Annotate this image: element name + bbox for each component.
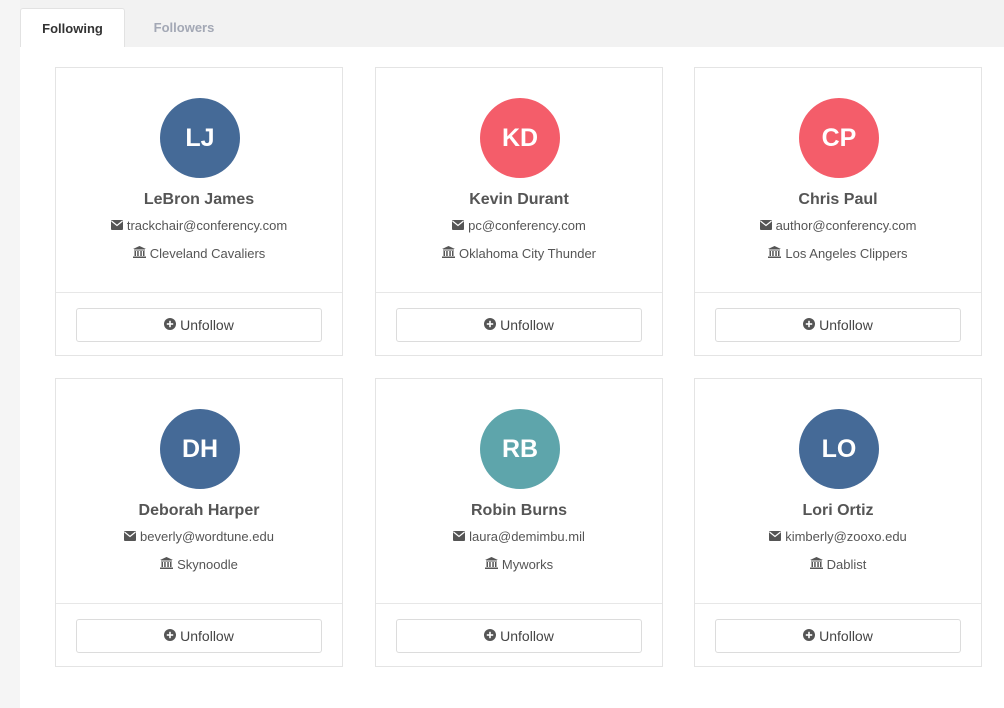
user-team: Cleveland Cavaliers [56,246,342,261]
email-text: pc@conferency.com [468,218,586,233]
unfollow-button[interactable]: Unfollow [76,619,322,653]
unfollow-label: Unfollow [819,317,873,333]
email-text: kimberly@zooxo.edu [785,529,907,544]
user-name: Kevin Durant [469,191,569,208]
institution-icon [132,246,146,261]
user-card: LO Lori Ortiz kimberly@zooxo.edu Dablist… [694,378,982,667]
divider [376,292,662,293]
plus-circle-icon [484,317,497,333]
user-card: CP Chris Paul author@conferency.com Los … [694,67,982,356]
user-email: kimberly@zooxo.edu [695,529,981,544]
avatar: LJ [160,98,240,178]
avatar: CP [799,98,879,178]
unfollow-button[interactable]: Unfollow [715,308,961,342]
user-email: beverly@wordtune.edu [56,529,342,544]
institution-icon [484,557,498,572]
envelope-icon [769,529,782,544]
user-name: Robin Burns [471,502,567,519]
user-card: LJ LeBron James trackchair@conferency.co… [55,67,343,356]
divider [56,603,342,604]
unfollow-label: Unfollow [500,317,554,333]
unfollow-label: Unfollow [180,628,234,644]
user-team: Skynoodle [56,557,342,572]
unfollow-button[interactable]: Unfollow [715,619,961,653]
email-text: trackchair@conferency.com [126,218,288,233]
institution-icon [160,557,174,572]
team-text: Dablist [826,557,867,572]
user-email: trackchair@conferency.com [56,218,342,233]
divider [56,292,342,293]
team-text: Skynoodle [177,557,238,572]
user-team: Dablist [695,557,981,572]
envelope-icon [453,529,466,544]
team-text: Myworks [501,557,554,572]
user-team: Los Angeles Clippers [695,246,981,261]
user-name: LeBron James [143,191,255,208]
avatar: DH [160,409,240,489]
email-text: beverly@wordtune.edu [140,529,274,544]
team-text: Cleveland Cavaliers [149,246,266,261]
email-text: author@conferency.com [775,218,917,233]
tab-following[interactable]: Following [20,8,125,48]
avatar: RB [480,409,560,489]
unfollow-label: Unfollow [180,317,234,333]
institution-icon [441,246,455,261]
envelope-icon [759,218,772,233]
divider [376,603,662,604]
avatar: LO [799,409,879,489]
institution-icon [768,246,782,261]
unfollow-button[interactable]: Unfollow [396,308,642,342]
team-text: Los Angeles Clippers [785,246,908,261]
user-email: laura@demimbu.mil [376,529,662,544]
avatar: KD [480,98,560,178]
user-email: author@conferency.com [695,218,981,233]
user-card: RB Robin Burns laura@demimbu.mil Myworks… [375,378,663,667]
user-email: pc@conferency.com [376,218,662,233]
user-team: Myworks [376,557,662,572]
unfollow-label: Unfollow [819,628,873,644]
tab-bar: Following Followers [20,0,1004,48]
user-card: KD Kevin Durant pc@conferency.com Oklaho… [375,67,663,356]
user-name: Deborah Harper [138,502,260,519]
divider [695,292,981,293]
unfollow-label: Unfollow [500,628,554,644]
plus-circle-icon [164,628,177,644]
plus-circle-icon [484,628,497,644]
team-text: Oklahoma City Thunder [458,246,597,261]
institution-icon [809,557,823,572]
envelope-icon [124,529,137,544]
email-text: laura@demimbu.mil [469,529,585,544]
plus-circle-icon [803,317,816,333]
plus-circle-icon [803,628,816,644]
unfollow-button[interactable]: Unfollow [396,619,642,653]
user-card: DH Deborah Harper beverly@wordtune.edu S… [55,378,343,667]
user-team: Oklahoma City Thunder [376,246,662,261]
envelope-icon [110,218,123,233]
unfollow-button[interactable]: Unfollow [76,308,322,342]
user-name: Chris Paul [798,191,878,208]
following-panel: LJ LeBron James trackchair@conferency.co… [20,47,1004,708]
tab-followers[interactable]: Followers [130,8,238,47]
envelope-icon [452,218,465,233]
divider [695,603,981,604]
plus-circle-icon [164,317,177,333]
user-name: Lori Ortiz [802,502,874,519]
